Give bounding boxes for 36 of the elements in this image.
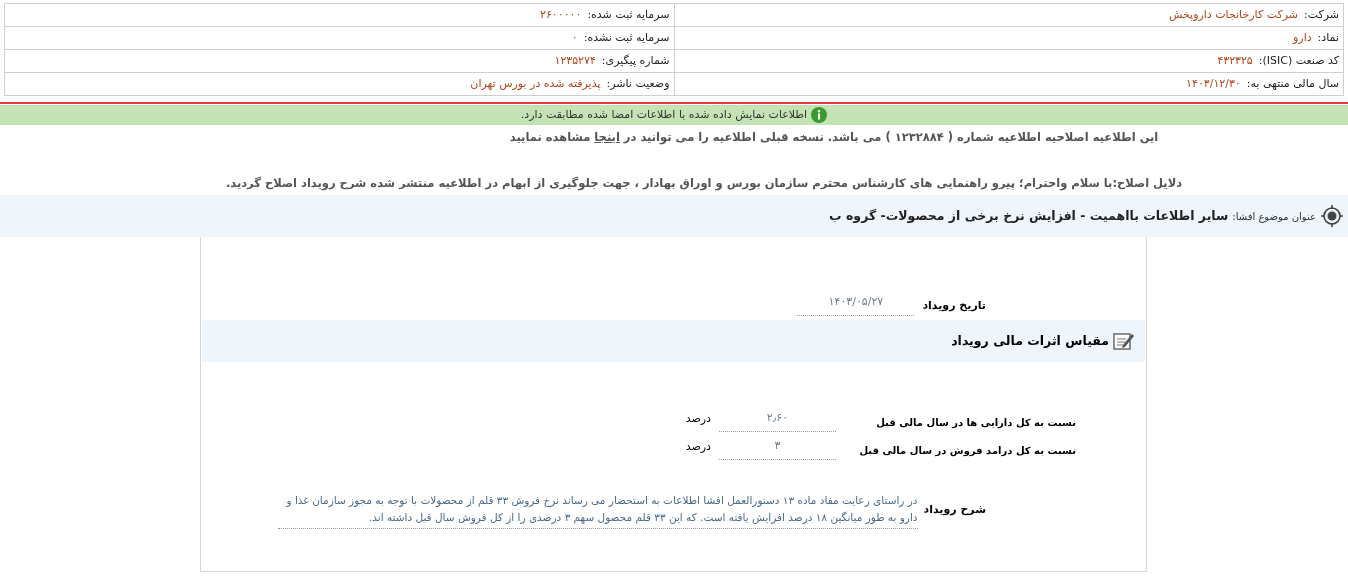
info-label: شماره پیگیری: (601, 53, 670, 67)
info-value: پذیرفته شده در بورس تهران (470, 76, 601, 90)
target-icon (1320, 204, 1344, 228)
info-value: ۴۳۲۳۲۵ (1217, 53, 1253, 67)
field-label: تاریخ رویداد (922, 297, 986, 314)
correction-reasons: دلایل اصلاح:با سلام واحترام؛ پیرو راهنمایی های کارشناس محترم سازمان بورس و اوراق بهادار ، جهت جلوگیری از ابهام در اطلاعیه منتشر شده شرح رویداد اصلاح گردید. (225, 175, 1183, 192)
unit-label: درصد (685, 438, 711, 455)
value-field[interactable]: ۳ (719, 438, 836, 460)
info-label: وضعیت ناشر: (606, 76, 670, 90)
value-field[interactable]: ۲٫۶۰ (719, 410, 836, 432)
info-value: شرکت کارخانجات داروپخش (1168, 7, 1298, 21)
info-label: سرمایه ثبت نشده: (583, 30, 670, 44)
info-icon (811, 107, 828, 123)
info-label: نماد: (1317, 30, 1339, 44)
section-title: مقیاس اثرات مالی رویداد (951, 331, 1109, 350)
subject-label: عنوان موضوع افشا: (1232, 209, 1316, 224)
info-label: سال مالی منتهی به: (1246, 76, 1339, 90)
info-label: سرمایه ثبت شده: (587, 7, 670, 21)
unit-label: درصد (685, 410, 711, 427)
subject-title: سایر اطلاعات بااهمیت - افزایش نرخ برخی از محصولات- گروه ب (829, 206, 1229, 225)
verification-message: اطلاعات نمایش داده شده با اطلاعات امضا شده مطابقت دارد. (520, 106, 808, 123)
field-label: نسبت به کل دارایی ها در سال مالی قبل (875, 416, 1076, 431)
info-value: ۲۶۰۰۰۰۰ (540, 7, 582, 21)
description-text: در راستای رعایت مفاد ماده ۱۳ دستورالعمل افشا اطلاعات به استحضار می رساند نرخ فروش ۳۳ قلم از محصولات با توجه به مجوز سازمان غذا و دارو به طور میانگین ۱۸ درصد افزایش یافته است. که این ۳۳ قلم محصول سهم ۳ درصدی را از کل فروش سال قبل داشته اند. (277, 492, 918, 529)
info-value: دارو (1293, 30, 1312, 44)
info-value: ۱۴۰۳/۱۲/۳۰ (1186, 76, 1241, 90)
info-label: کد صنعت (ISIC): (1258, 53, 1339, 67)
correction-notice: این اطلاعیه اصلاحیه اطلاعیه شماره ( ۱۲۳۲۸۸۴ ) می باشد. نسخه قبلی اطلاعیه را می توانید در اینجا مشاهده نمایید (509, 129, 1159, 146)
info-value: ۰ (571, 30, 578, 44)
field-label: شرح رویداد (923, 502, 986, 519)
link[interactable]: اینجا (594, 130, 620, 144)
field-label: نسبت به کل درامد فروش در سال مالی قبل (858, 444, 1076, 459)
edit-icon (1113, 331, 1135, 351)
info-value: ۱۲۳۵۲۷۴ (554, 53, 596, 67)
date-field[interactable]: ۱۴۰۳/۰۵/۲۷ (797, 294, 915, 316)
info-label: شرکت: (1303, 7, 1339, 21)
